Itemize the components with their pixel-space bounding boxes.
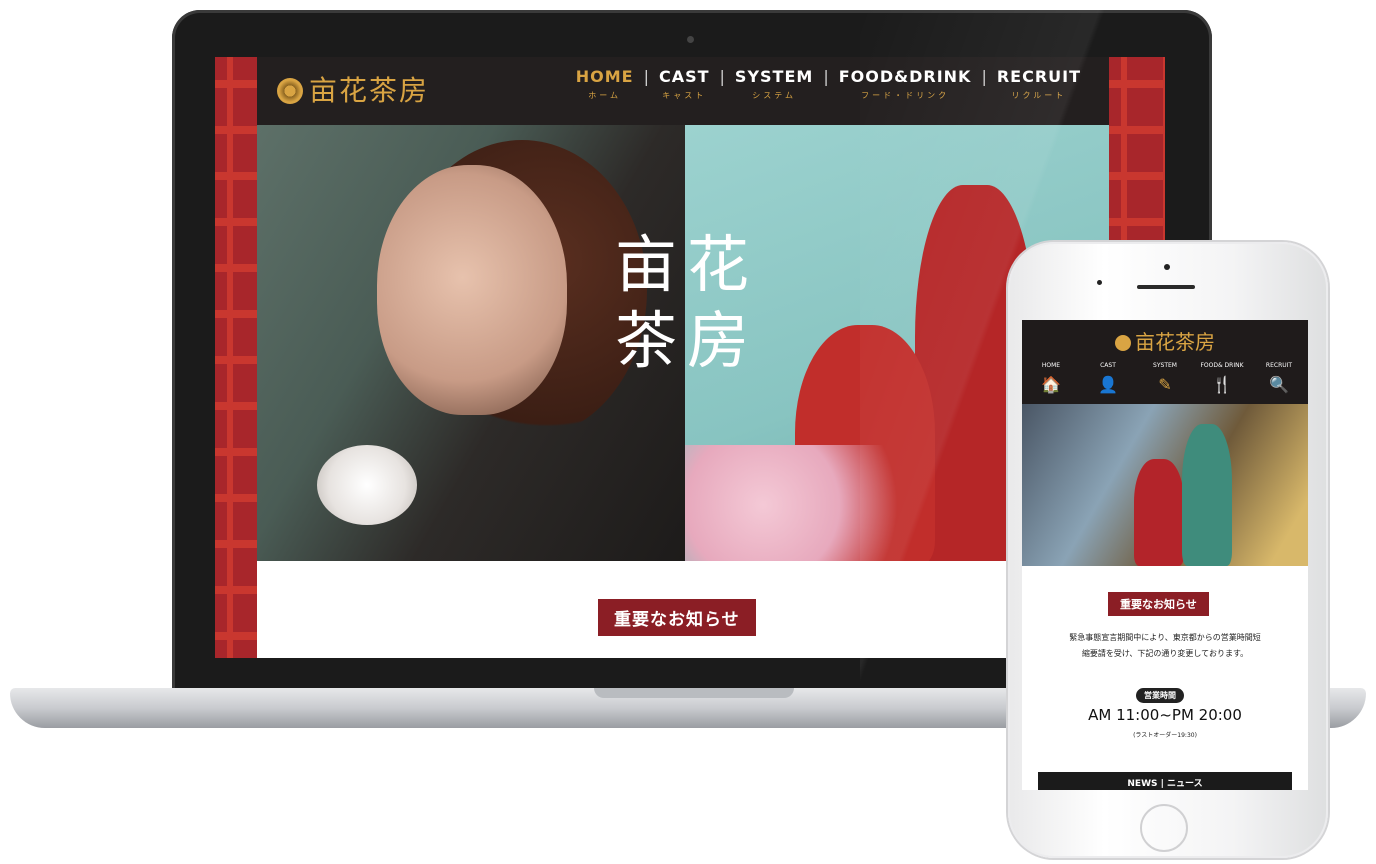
nav-sublabel: リクルート [1011,91,1067,100]
mobile-nav-label: RECRUIT [1265,362,1293,369]
notice-line: 緊急事態宣言期間中により、東京都からの営業時間短 [1069,633,1261,642]
mobile-screen: 亩花茶房 HOME 🏠 CAST 👤 SYSTEM ✎ FOOD& DRINK … [1022,320,1308,790]
nav-sublabel: フード・ドリンク [861,91,950,100]
mobile-hero-figure [1134,459,1184,566]
mobile-nav-label: FOOD& DRINK [1200,362,1244,369]
mobile-logo-text: 亩花茶房 [1135,330,1215,354]
phone-speaker [1137,285,1195,289]
important-notice-heading: 重要なお知らせ [598,599,756,636]
hero-title-line: 亩花 [614,228,759,301]
search-person-icon: 🔍 [1269,375,1289,394]
hero-face-shape [377,165,567,415]
nav-sublabel: ホーム [588,91,622,100]
logo-text: 亩花茶房 [309,74,430,107]
notice-section: 重要なお知らせ [257,561,1109,658]
mobile-header: 亩花茶房 HOME 🏠 CAST 👤 SYSTEM ✎ FOOD& DRINK … [1022,320,1308,404]
mobile-logo[interactable]: 亩花茶房 [1022,326,1308,355]
hero-title-line: 茶房 [614,304,759,377]
nav-home[interactable]: HOME ホーム [566,67,644,101]
edit-icon: ✎ [1158,375,1172,394]
cast-icon: 👤 [1098,375,1118,394]
logo-emblem-icon [277,78,303,104]
mobile-important-notice-heading: 重要なお知らせ [1108,592,1209,616]
mobile-nav-home[interactable]: HOME 🏠 [1026,362,1076,394]
nav-recruit[interactable]: RECRUIT リクルート [987,67,1091,101]
phone-camera [1164,264,1170,270]
mobile-nav-food-drink[interactable]: FOOD& DRINK 🍴 [1197,362,1247,394]
mobile-hero-figure [1182,424,1232,566]
nav-system[interactable]: SYSTEM システム [725,67,823,101]
mobile-hero-photo [1022,404,1308,566]
last-order-note: (ラストオーダー19:30) [1133,732,1197,739]
nav-label: HOME [575,67,634,86]
mobile-nav-label: HOME [1041,362,1061,369]
mobile-nav-system[interactable]: SYSTEM ✎ [1140,362,1190,394]
mobile-notice-text: 緊急事態宣言期間中により、東京都からの営業時間短 縮要請を受け、下記の通り変更し… [1032,630,1298,662]
mobile-nav-label: CAST [1100,362,1116,369]
phone-sensor [1097,280,1102,285]
laptop-notch [594,688,794,698]
business-hours: AM 11:00~PM 20:00 [1088,706,1242,724]
logo-emblem-icon [1115,335,1131,351]
nav-food-drink[interactable]: FOOD&DRINK フード・ドリンク [829,67,982,101]
nav-cast[interactable]: CAST キャスト [649,67,720,101]
nav-label: SYSTEM [734,67,814,86]
nav-label: RECRUIT [996,67,1081,86]
business-hours-label: 営業時間 [1136,688,1184,703]
news-heading[interactable]: NEWS | ニュース [1038,772,1292,790]
nav-label: FOOD&DRINK [838,67,972,86]
mobile-nav-label: SYSTEM [1153,362,1177,369]
laptop-camera [687,36,694,43]
hero-rose-shape [317,445,417,525]
main-nav: HOME ホーム | CAST キャスト | SYSTEM システム | FOO… [566,67,1091,101]
hero-title: 亩花 茶房 [587,227,787,379]
left-pattern-border [215,57,257,658]
mobile-nav-cast[interactable]: CAST 👤 [1083,362,1133,394]
mobile-nav-recruit[interactable]: RECRUIT 🔍 [1254,362,1304,394]
notice-line: 縮要請を受け、下記の通り変更しております。 [1081,649,1249,658]
site-logo[interactable]: 亩花茶房 [277,69,429,109]
home-icon: 🏠 [1041,375,1061,394]
nav-sublabel: システム [752,91,796,100]
cutlery-icon: 🍴 [1212,375,1232,394]
mobile-nav: HOME 🏠 CAST 👤 SYSTEM ✎ FOOD& DRINK 🍴 REC… [1022,362,1308,394]
hero-blossom-shape [685,445,945,561]
nav-sublabel: キャスト [662,91,707,100]
phone-home-button[interactable] [1140,804,1188,852]
site-header: 亩花茶房 HOME ホーム | CAST キャスト | SYSTEM システム … [257,57,1109,125]
nav-label: CAST [658,67,710,86]
